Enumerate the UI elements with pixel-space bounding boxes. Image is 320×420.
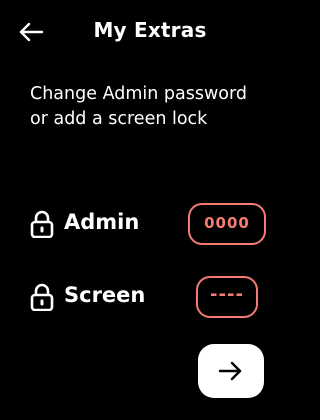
screen-label: Screen xyxy=(64,283,146,307)
lock-icon xyxy=(30,210,54,238)
description-text: Change Admin password or add a screen lo… xyxy=(30,84,247,129)
lock-icon xyxy=(30,283,54,311)
page-title: My Extras xyxy=(93,18,207,42)
header: My Extras xyxy=(0,0,280,64)
back-button[interactable] xyxy=(18,20,46,44)
admin-row: Admin 0000 xyxy=(30,201,266,247)
screen-row: Screen ---- xyxy=(30,274,266,320)
admin-label: Admin xyxy=(64,210,140,234)
next-button[interactable] xyxy=(198,344,264,398)
arrow-left-icon xyxy=(19,22,44,42)
screen-pin-field[interactable]: ---- xyxy=(196,276,258,318)
arrow-right-icon xyxy=(218,361,242,381)
admin-pin-field[interactable]: 0000 xyxy=(188,203,266,245)
